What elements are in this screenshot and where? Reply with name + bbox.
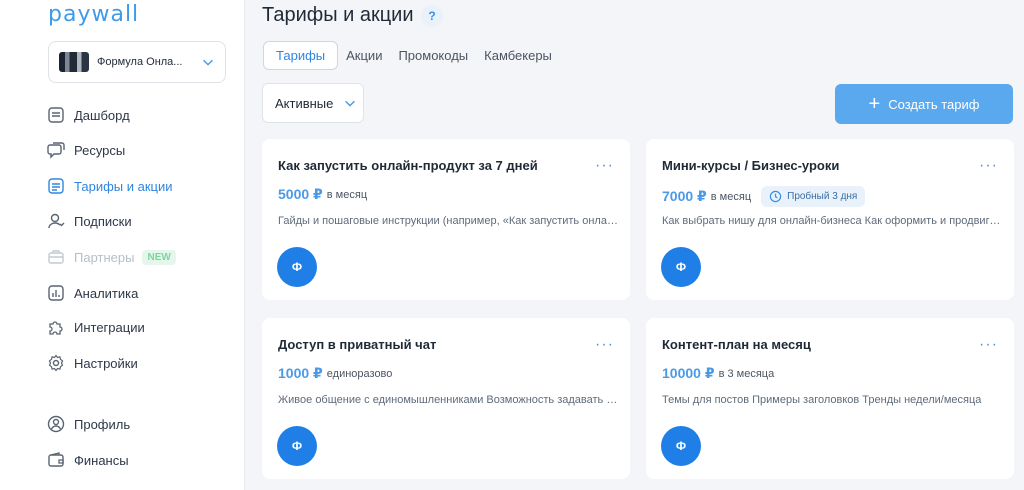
card-price: 5000 ₽ bbox=[278, 186, 323, 202]
tab-promotions[interactable]: Акции bbox=[346, 48, 382, 63]
create-tariff-label: Создать тариф bbox=[888, 96, 980, 112]
chat-bubbles-icon bbox=[47, 142, 65, 159]
sidebar-item-label: Тарифы и акции bbox=[74, 178, 173, 194]
sidebar-item-label: Подписки bbox=[74, 213, 132, 229]
status-filter-select[interactable]: Активные bbox=[262, 83, 364, 123]
trial-label: Пробный 3 дня bbox=[787, 191, 858, 202]
sidebar-item-label: Профиль bbox=[74, 416, 131, 432]
create-tariff-button[interactable]: + Создать тариф bbox=[835, 84, 1013, 124]
tab-promocodes[interactable]: Промокоды bbox=[398, 48, 468, 63]
card-price: 1000 ₽ bbox=[278, 365, 323, 381]
chevron-down-icon bbox=[345, 100, 356, 107]
new-badge: NEW bbox=[142, 249, 176, 265]
card-description: Живое общение с единомышленниками Возмож… bbox=[278, 394, 618, 406]
briefcase-icon bbox=[48, 250, 64, 264]
clock-icon bbox=[769, 190, 782, 203]
card-price-row: 1000 ₽ единоразово bbox=[278, 365, 392, 382]
profile-icon bbox=[47, 415, 65, 433]
sidebar-item-partners[interactable]: Партнеры NEW bbox=[46, 242, 236, 272]
avatar: Ф bbox=[661, 247, 701, 287]
help-icon[interactable]: ? bbox=[421, 5, 443, 27]
sidebar-item-dashboard[interactable]: Дашборд bbox=[46, 100, 236, 130]
more-options-icon[interactable]: ··· bbox=[979, 336, 998, 354]
tab-comebackers[interactable]: Камбекеры bbox=[484, 48, 552, 63]
sidebar-item-label: Аналитика bbox=[74, 285, 139, 301]
sidebar-item-resources[interactable]: Ресурсы bbox=[46, 135, 236, 165]
sidebar-item-tariffs[interactable]: Тарифы и акции bbox=[46, 171, 236, 201]
tabs: Тарифы Акции Промокоды Камбекеры bbox=[263, 41, 568, 70]
card-period: в месяц bbox=[326, 188, 368, 201]
avatar: Ф bbox=[277, 426, 317, 466]
trial-badge: Пробный 3 дня bbox=[761, 186, 866, 207]
page-title: Тарифы и акции bbox=[262, 4, 414, 26]
wallet-icon bbox=[48, 452, 64, 467]
card-price: 7000 ₽ bbox=[662, 188, 707, 204]
list-icon bbox=[48, 178, 64, 194]
sidebar-item-label: Партнеры bbox=[74, 249, 135, 265]
sidebar-item-label: Настройки bbox=[74, 355, 138, 371]
more-options-icon[interactable]: ··· bbox=[979, 157, 998, 175]
sidebar-item-label: Финансы bbox=[74, 452, 129, 468]
chart-icon bbox=[48, 285, 64, 301]
tariff-card[interactable]: Мини-курсы / Бизнес-уроки ··· 7000 ₽ в м… bbox=[646, 139, 1014, 300]
avatar: Ф bbox=[277, 247, 317, 287]
card-title: Мини-курсы / Бизнес-уроки bbox=[662, 158, 840, 173]
card-description: Как выбрать нишу для онлайн-бизнеса Как … bbox=[662, 215, 1002, 227]
card-description: Гайды и пошаговые инструкции (например, … bbox=[278, 215, 618, 227]
sidebar-item-profile[interactable]: Профиль bbox=[46, 409, 236, 439]
tab-tariffs[interactable]: Тарифы bbox=[263, 41, 339, 70]
card-period: единоразово bbox=[326, 367, 393, 380]
dashboard-icon bbox=[48, 107, 64, 123]
sidebar-item-settings[interactable]: Настройки bbox=[46, 348, 236, 378]
puzzle-icon bbox=[49, 321, 63, 335]
plus-icon: + bbox=[868, 93, 881, 115]
card-price-row: 10000 ₽ в 3 месяца bbox=[662, 365, 774, 382]
card-title: Контент-план на месяц bbox=[662, 337, 811, 352]
sidebar-item-subscriptions[interactable]: Подписки bbox=[46, 206, 236, 236]
sidebar: paywall Формула Онла... Дашборд Ресурсы … bbox=[0, 0, 245, 490]
card-price: 10000 ₽ bbox=[662, 365, 715, 381]
more-options-icon[interactable]: ··· bbox=[595, 157, 614, 175]
sidebar-item-label: Интеграции bbox=[74, 319, 145, 335]
tariff-card[interactable]: Как запустить онлайн-продукт за 7 дней ·… bbox=[262, 139, 630, 300]
card-price-row: 7000 ₽ в месяц Пробный 3 дня bbox=[662, 186, 866, 207]
tariff-card[interactable]: Доступ в приватный чат ··· 1000 ₽ единор… bbox=[262, 318, 630, 479]
user-icon bbox=[48, 213, 65, 229]
sidebar-item-label: Ресурсы bbox=[74, 142, 126, 158]
logo: paywall bbox=[48, 2, 140, 27]
card-description: Темы для постов Примеры заголовков Тренд… bbox=[662, 394, 982, 406]
filter-value: Активные bbox=[275, 95, 334, 111]
sidebar-item-analytics[interactable]: Аналитика bbox=[46, 278, 236, 308]
project-selector[interactable]: Формула Онла... bbox=[48, 41, 226, 83]
project-name: Формула Онла... bbox=[97, 56, 183, 68]
tariff-card[interactable]: Контент-план на месяц ··· 10000 ₽ в 3 ме… bbox=[646, 318, 1014, 479]
chevron-down-icon bbox=[203, 59, 213, 66]
sidebar-item-finances[interactable]: Финансы bbox=[46, 445, 236, 475]
card-price-row: 5000 ₽ в месяц bbox=[278, 186, 367, 203]
gear-icon bbox=[48, 354, 64, 372]
project-thumbnail bbox=[59, 52, 89, 72]
sidebar-item-label: Дашборд bbox=[74, 107, 130, 123]
card-title: Доступ в приватный чат bbox=[278, 337, 437, 352]
avatar: Ф bbox=[661, 426, 701, 466]
card-title: Как запустить онлайн-продукт за 7 дней bbox=[278, 158, 538, 173]
card-period: в месяц bbox=[710, 190, 752, 203]
more-options-icon[interactable]: ··· bbox=[595, 336, 614, 354]
sidebar-item-integrations[interactable]: Интеграции bbox=[46, 312, 236, 342]
card-period: в 3 месяца bbox=[718, 367, 775, 380]
